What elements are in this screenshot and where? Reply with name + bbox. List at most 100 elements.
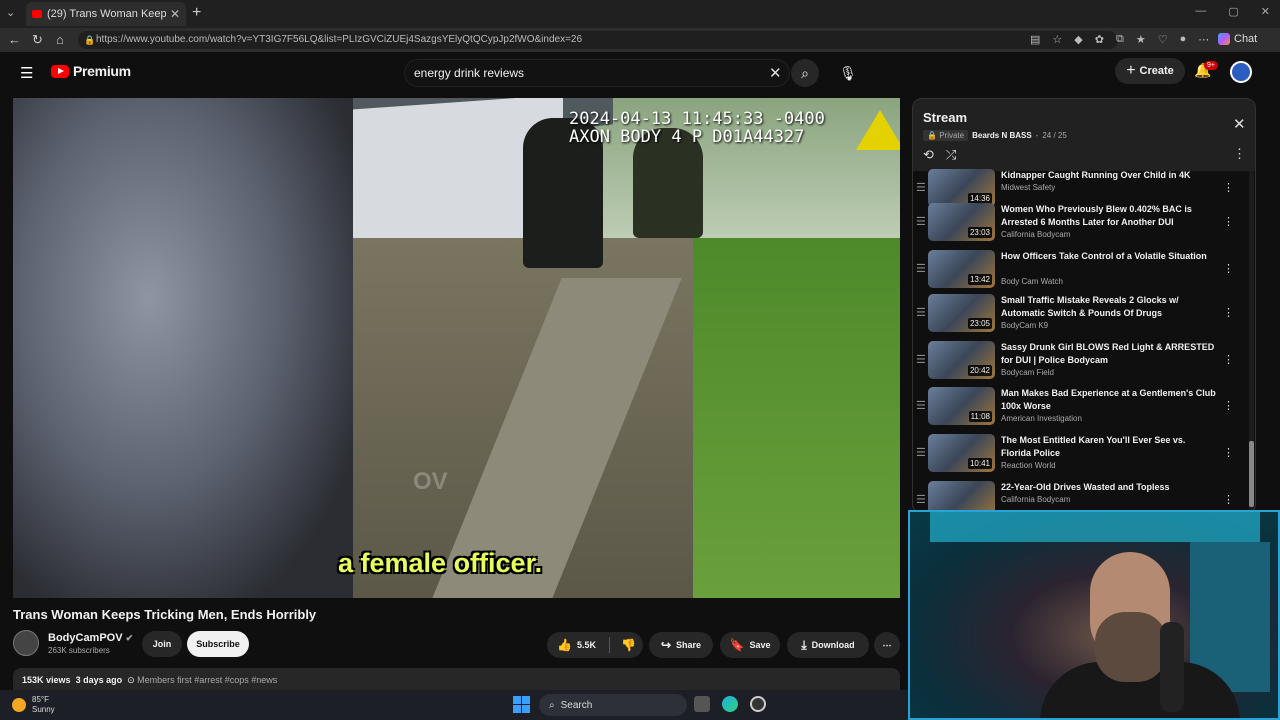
item-menu-icon[interactable]: ⋮ bbox=[1223, 446, 1234, 459]
reader-icon[interactable]: ▤ bbox=[1030, 33, 1040, 46]
drag-handle-icon[interactable]: ☰ bbox=[916, 493, 926, 506]
taskbar-search[interactable]: ⌕ Search bbox=[539, 694, 687, 716]
subscribe-button[interactable]: Subscribe bbox=[187, 631, 249, 657]
profile-icon[interactable]: ● bbox=[1180, 33, 1187, 46]
url-text: https://www.youtube.com/watch?v=YT3IG7F5… bbox=[96, 34, 583, 45]
playlist-scrollbar[interactable] bbox=[1249, 171, 1254, 511]
playlist-item[interactable]: ☰ 23:03 Women Who Previously Blew 0.402% B… bbox=[913, 201, 1249, 248]
scrollbar-thumb[interactable] bbox=[1249, 441, 1254, 507]
dislike-button[interactable]: 👎 bbox=[621, 638, 636, 652]
favorites-icon[interactable]: ★ bbox=[1136, 33, 1146, 46]
video-thumbnail[interactable]: 23:03 bbox=[928, 203, 995, 241]
item-menu-icon[interactable]: ⋮ bbox=[1223, 215, 1234, 228]
refresh-icon[interactable]: ↻ bbox=[32, 32, 43, 48]
playlist-item[interactable]: ☰ 20:42 Sassy Drunk Girl BLOWS Red Light &… bbox=[913, 339, 1249, 386]
video-thumbnail[interactable]: 10:41 bbox=[928, 434, 995, 472]
voice-search-button[interactable]: 🎙 bbox=[834, 59, 862, 87]
weather-widget[interactable]: 85°F Sunny bbox=[12, 695, 55, 715]
playlist-item-title[interactable]: Man Makes Bad Experience at a Gentlemen'… bbox=[1001, 387, 1217, 413]
close-playlist-icon[interactable]: ✕ bbox=[1233, 115, 1246, 133]
playlist-item[interactable]: ☰ 11:08 Man Makes Bad Experience at a Gent… bbox=[913, 385, 1249, 432]
more-actions-button[interactable]: ⋯ bbox=[874, 632, 900, 658]
loop-icon[interactable]: ⟲ bbox=[923, 147, 934, 163]
playlist-item-title[interactable]: Small Traffic Mistake Reveals 2 Glocks w… bbox=[1001, 294, 1217, 320]
drag-handle-icon[interactable]: ☰ bbox=[916, 181, 926, 194]
video-player[interactable]: 2024-04-13 11:45:33 -0400 AXON BODY 4 P … bbox=[13, 98, 900, 598]
channel-avatar[interactable] bbox=[13, 630, 39, 656]
playlist-item[interactable]: ☰ 23:05 Small Traffic Mistake Reveals 2 Gl… bbox=[913, 292, 1249, 339]
channel-name-row[interactable]: BodyCamPOV ✔ bbox=[48, 632, 133, 644]
close-tab-icon[interactable]: ✕ bbox=[170, 7, 180, 21]
create-button[interactable]: + Create bbox=[1115, 58, 1185, 84]
search-icon: ⌕ bbox=[801, 65, 809, 81]
youtube-header: ☰ Premium ✕ ⌕ 🎙 + Create 🔔 9+ bbox=[0, 52, 1280, 92]
video-thumbnail[interactable]: 13:42 bbox=[928, 250, 995, 288]
webcam-overlay bbox=[908, 510, 1280, 720]
youtube-logo[interactable]: Premium bbox=[51, 63, 131, 79]
drag-handle-icon[interactable]: ☰ bbox=[916, 353, 926, 366]
browser-tab[interactable]: (29) Trans Woman Keeps Tricking M ✕ bbox=[26, 2, 186, 26]
collections-icon[interactable]: ⧉ bbox=[1116, 33, 1124, 46]
item-menu-icon[interactable]: ⋮ bbox=[1223, 306, 1234, 319]
menu-icon[interactable]: ☰ bbox=[20, 64, 33, 82]
account-avatar[interactable] bbox=[1230, 61, 1252, 83]
back-icon[interactable]: ← bbox=[8, 32, 21, 47]
item-menu-icon[interactable]: ⋮ bbox=[1223, 262, 1234, 275]
playlist-title[interactable]: Stream bbox=[923, 110, 967, 125]
tab-actions-icon[interactable]: ⌄ bbox=[6, 6, 15, 19]
task-view-icon[interactable] bbox=[694, 696, 710, 712]
search-button[interactable]: ⌕ bbox=[791, 59, 819, 87]
item-menu-icon[interactable]: ⋮ bbox=[1223, 493, 1234, 506]
playlist-owner[interactable]: Beards N BASS bbox=[972, 131, 1032, 140]
playlist-item-title[interactable]: 22-Year-Old Drives Wasted and Topless bbox=[1001, 481, 1217, 494]
video-caption: a female officer. bbox=[338, 548, 543, 578]
drag-handle-icon[interactable]: ☰ bbox=[916, 306, 926, 319]
playlist-item-title[interactable]: Women Who Previously Blew 0.402% BAC is … bbox=[1001, 203, 1217, 229]
drag-handle-icon[interactable]: ☰ bbox=[916, 399, 926, 412]
home-icon[interactable]: ⌂ bbox=[56, 32, 64, 47]
browser-essentials-icon[interactable]: ♡ bbox=[1158, 33, 1168, 46]
search-input[interactable] bbox=[414, 66, 744, 80]
download-button[interactable]: ⤓ Download bbox=[787, 632, 869, 658]
join-button[interactable]: Join bbox=[142, 631, 182, 657]
playlist-item-title[interactable]: The Most Entitled Karen You'll Ever See … bbox=[1001, 434, 1217, 460]
drag-handle-icon[interactable]: ☰ bbox=[916, 446, 926, 459]
clear-search-icon[interactable]: ✕ bbox=[769, 64, 782, 82]
like-button[interactable]: 👍 5.5K bbox=[557, 638, 596, 652]
save-button[interactable]: 🔖 Save bbox=[720, 632, 780, 658]
new-tab-icon[interactable]: + bbox=[192, 4, 201, 22]
video-thumbnail[interactable]: 11:08 bbox=[928, 387, 995, 425]
playlist-item[interactable]: ☰ 22-Year-Old Drives Wasted and Topless Ca… bbox=[913, 479, 1249, 513]
minimize-icon[interactable]: — bbox=[1195, 5, 1206, 18]
close-window-icon[interactable]: ✕ bbox=[1261, 5, 1270, 18]
playlist-item[interactable]: ☰ 10:41 The Most Entitled Karen You'll Eve… bbox=[913, 432, 1249, 479]
favorite-star-icon[interactable]: ☆ bbox=[1052, 33, 1062, 46]
maximize-icon[interactable]: ▢ bbox=[1228, 5, 1238, 18]
playlist-item-title[interactable]: Kidnapper Caught Running Over Child in 4… bbox=[1001, 169, 1217, 182]
shuffle-icon[interactable]: ⤮ bbox=[946, 147, 956, 163]
playlist-item-title[interactable]: How Officers Take Control of a Volatile … bbox=[1001, 250, 1217, 263]
edge-icon[interactable] bbox=[722, 696, 738, 712]
playlist-item-title[interactable]: Sassy Drunk Girl BLOWS Red Light & ARRES… bbox=[1001, 341, 1217, 367]
more-icon[interactable]: ⋯ bbox=[1198, 33, 1209, 46]
share-button[interactable]: ↪ Share bbox=[649, 632, 713, 658]
extension-icon[interactable]: ✿ bbox=[1095, 33, 1104, 46]
copilot-chat-button[interactable]: Chat bbox=[1218, 33, 1257, 45]
description-box[interactable]: 153K views 3 days ago ⊙ Members first #a… bbox=[13, 668, 900, 692]
url-field[interactable]: 🔒 https://www.youtube.com/watch?v=YT3IG7… bbox=[78, 31, 1118, 49]
drag-handle-icon[interactable]: ☰ bbox=[916, 262, 926, 275]
item-menu-icon[interactable]: ⋮ bbox=[1223, 399, 1234, 412]
item-menu-icon[interactable]: ⋮ bbox=[1223, 181, 1234, 194]
hashtags[interactable]: #arrest #cops #news bbox=[194, 675, 277, 685]
shield-icon[interactable]: ◆ bbox=[1074, 33, 1082, 46]
drag-handle-icon[interactable]: ☰ bbox=[916, 215, 926, 228]
windows-start-icon[interactable] bbox=[513, 696, 530, 713]
browser-tab-bar: ⌄ (29) Trans Woman Keeps Tricking M ✕ + … bbox=[0, 0, 1280, 28]
playlist-item[interactable]: ☰ 13:42 How Officers Take Control of a Vol… bbox=[913, 248, 1249, 295]
playlist-menu-icon[interactable]: ⋮ bbox=[1233, 146, 1246, 162]
video-thumbnail[interactable]: 23:05 bbox=[928, 294, 995, 332]
item-menu-icon[interactable]: ⋮ bbox=[1223, 353, 1234, 366]
obs-icon[interactable] bbox=[750, 696, 766, 712]
video-thumbnail[interactable]: 20:42 bbox=[928, 341, 995, 379]
chat-label: Chat bbox=[1234, 33, 1258, 45]
